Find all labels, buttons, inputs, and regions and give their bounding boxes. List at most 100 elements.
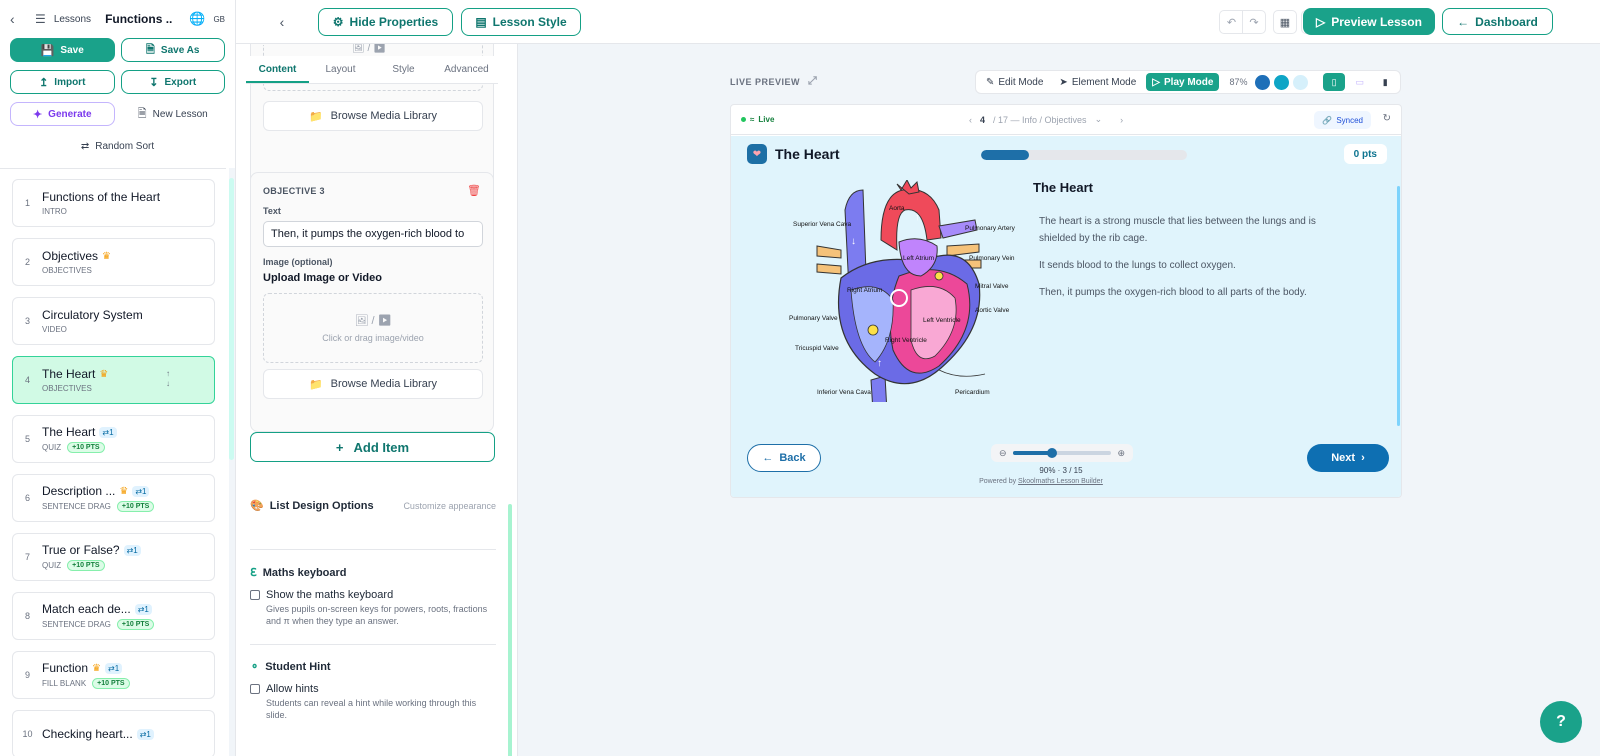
menu-icon[interactable]: ☰ bbox=[35, 12, 46, 26]
list-item[interactable]: 5 The Heart ⇄1 QUIZ +10 pts bbox=[12, 415, 215, 463]
list-item[interactable]: 6 Description ... ♛ ⇄1 SENTENCE DRAG +10 pts bbox=[12, 474, 215, 522]
sidebar-scrollbar[interactable] bbox=[229, 178, 234, 460]
list-item-selected[interactable]: 4 The Heart ♛ OBJECTIVES ↑ ↓ bbox=[12, 356, 215, 404]
back-button[interactable]: ← Back bbox=[747, 444, 821, 472]
redo-icon[interactable]: ↷ bbox=[1242, 10, 1266, 34]
show-maths-checkbox-row[interactable]: Show the maths keyboard bbox=[250, 589, 496, 601]
live-label: Live bbox=[758, 115, 775, 124]
list-item[interactable]: 1 Functions of the Heart INTRO bbox=[12, 179, 215, 227]
undo-icon[interactable]: ↶ bbox=[1219, 10, 1243, 34]
synced-badge[interactable]: 🔗 Synced bbox=[1314, 111, 1371, 129]
arrow-up-icon[interactable]: ↑ bbox=[166, 369, 170, 379]
generate-button[interactable]: ✦ Generate bbox=[10, 102, 115, 126]
play-mode-button[interactable]: ▷ Play Mode bbox=[1146, 73, 1220, 91]
properties-panel: 🖼 / ▶ 📁 Browse Media Library Content Layo… bbox=[236, 44, 518, 756]
chevron-down-icon[interactable]: ⌄ bbox=[1095, 114, 1103, 125]
element-mode-button[interactable]: ➤ Element Mode bbox=[1053, 73, 1142, 91]
lessons-label[interactable]: Lessons bbox=[54, 14, 91, 25]
lesson-title: Functions ... bbox=[105, 12, 174, 26]
help-button[interactable]: ? bbox=[1540, 701, 1582, 743]
hide-properties-button[interactable]: ⚙ Hide Properties bbox=[318, 8, 453, 36]
item-type: SENTENCE DRAG bbox=[42, 620, 111, 629]
list-item[interactable]: 3 Circulatory System VIDEO bbox=[12, 297, 215, 345]
new-lesson-button[interactable]: 🗎 New Lesson bbox=[120, 102, 225, 126]
item-number: 2 bbox=[24, 257, 30, 267]
stage-scrollbar[interactable] bbox=[1397, 186, 1400, 426]
desktop-icon[interactable]: ▮ bbox=[1374, 73, 1396, 91]
preview-lesson-button[interactable]: ▷ Preview Lesson bbox=[1303, 8, 1435, 35]
template-icon[interactable]: ▦ bbox=[1273, 10, 1297, 34]
lesson-style-button[interactable]: ▤ Lesson Style bbox=[461, 8, 581, 36]
shuffle-icon: ⇄ bbox=[80, 140, 90, 152]
allow-hints-checkbox-row[interactable]: Allow hints bbox=[250, 683, 496, 695]
zoom-out-icon[interactable]: ⊖ bbox=[999, 448, 1007, 459]
globe-icon[interactable]: 🌐 bbox=[189, 11, 205, 27]
tab-layout[interactable]: Layout bbox=[309, 56, 372, 83]
powered-link[interactable]: Skoolmaths Lesson Builder bbox=[1018, 478, 1103, 485]
tablet-icon[interactable]: ▭ bbox=[1349, 73, 1371, 91]
label-svc: Superior Vena Cava bbox=[793, 221, 852, 228]
new-file-icon: 🗎 bbox=[137, 107, 147, 120]
image-optional-label: Image (optional) bbox=[263, 257, 333, 267]
progress-fill bbox=[981, 150, 1030, 160]
random-sort-button[interactable]: ⇄ Random Sort bbox=[0, 134, 235, 158]
theme-color-3[interactable] bbox=[1292, 74, 1308, 90]
show-maths-checkbox[interactable] bbox=[250, 590, 260, 600]
export-button[interactable]: ↧ Export bbox=[120, 70, 225, 94]
list-item[interactable]: 2 Objectives ♛ OBJECTIVES bbox=[12, 238, 215, 286]
back-chevron-icon[interactable]: ‹ bbox=[10, 11, 27, 27]
list-item[interactable]: 8 Match each de... ⇄1 SENTENCE DRAG +10 pts bbox=[12, 592, 215, 640]
element-mode-label: Element Mode bbox=[1071, 76, 1137, 88]
edit-mode-button[interactable]: ✎ Edit Mode bbox=[980, 73, 1049, 91]
browse-media-button[interactable]: 📁 Browse Media Library bbox=[263, 101, 483, 131]
next-button[interactable]: Next › bbox=[1307, 444, 1389, 472]
slide-info[interactable]: / 17 — Info / Objectives bbox=[993, 115, 1087, 125]
allow-hints-checkbox[interactable] bbox=[250, 684, 260, 694]
tab-style[interactable]: Style bbox=[372, 56, 435, 83]
dashboard-label: Dashboard bbox=[1475, 14, 1538, 29]
slide-header: ❤ The Heart bbox=[747, 144, 840, 164]
zoom-slider-knob[interactable] bbox=[1047, 448, 1058, 458]
item-type: FILL BLANK bbox=[42, 679, 87, 688]
chevron-left-icon[interactable]: ‹ bbox=[969, 115, 972, 125]
top-toolbar: ‹ ⚙ Hide Properties ▤ Lesson Style ↶ ↷ ▦ bbox=[236, 0, 1600, 44]
dashboard-button[interactable]: ← Dashboard bbox=[1442, 8, 1553, 35]
objective-card: OBJECTIVE 3 🗑 Text Then, it pumps the ox… bbox=[250, 172, 494, 432]
reorder-handle[interactable]: ↑ ↓ bbox=[166, 369, 170, 389]
mobile-portrait-icon[interactable]: ▯ bbox=[1323, 73, 1345, 91]
zoom-in-icon[interactable]: ⊕ bbox=[1117, 448, 1125, 459]
panel-scrollbar[interactable] bbox=[508, 504, 512, 756]
collapse-chevron-icon[interactable]: ‹ bbox=[268, 8, 296, 36]
tab-content[interactable]: Content bbox=[246, 56, 309, 83]
dropzone-hint: Click or drag image/video bbox=[322, 332, 424, 343]
random-sort-label: Random Sort bbox=[95, 140, 155, 152]
theme-color-2[interactable] bbox=[1274, 74, 1289, 90]
heart-logo-icon: ❤ bbox=[747, 144, 767, 164]
import-button[interactable]: ↥ Import bbox=[10, 70, 115, 94]
zoom-slider[interactable] bbox=[1012, 448, 1112, 458]
browse-media-button[interactable]: 📁 Browse Media Library bbox=[263, 369, 483, 399]
save-as-button[interactable]: 🗎 Save As bbox=[120, 38, 225, 62]
list-design-section[interactable]: 🎨 List Design Options Customize appearance bbox=[250, 499, 496, 513]
objective-text-input[interactable]: Then, it pumps the oxygen-rich blood to bbox=[263, 221, 483, 247]
zoom-control: ⊖ ⊕ bbox=[991, 444, 1133, 462]
chevron-right-icon[interactable]: › bbox=[1120, 115, 1123, 125]
image-dropzone[interactable]: 🖼 / ▶ Click or drag image/video bbox=[263, 293, 483, 363]
expand-icon[interactable]: ⤢ bbox=[808, 75, 817, 88]
add-item-button[interactable]: + Add Item bbox=[250, 432, 495, 462]
lesson-preview: ≈ Live ‹ 4 / 17 — Info / Objectives ⌄ › 🔗… bbox=[730, 104, 1402, 498]
list-item[interactable]: 9 Function ♛ ⇄1 FILL BLANK +10 pts bbox=[12, 651, 215, 699]
list-item[interactable]: 10 Checking heart... ⇄1 bbox=[12, 710, 215, 756]
tab-advanced[interactable]: Advanced bbox=[435, 56, 498, 83]
theme-color-1[interactable] bbox=[1255, 74, 1271, 90]
sidebar-header: ‹ ☰ Lessons Functions ... 🌐 GB bbox=[0, 0, 235, 38]
trash-icon[interactable]: 🗑 bbox=[467, 184, 481, 197]
list-item[interactable]: 7 True or False? ⇄1 QUIZ +10 pts bbox=[12, 533, 215, 581]
item-title: Functions of the Heart bbox=[42, 190, 161, 204]
refresh-icon[interactable]: ↻ bbox=[1383, 113, 1391, 124]
language-code[interactable]: GB bbox=[213, 15, 225, 24]
crown-icon: ♛ bbox=[102, 250, 111, 262]
generate-label: Generate bbox=[48, 108, 92, 120]
arrow-down-icon[interactable]: ↓ bbox=[166, 379, 170, 389]
save-button[interactable]: 💾 Save bbox=[10, 38, 115, 62]
